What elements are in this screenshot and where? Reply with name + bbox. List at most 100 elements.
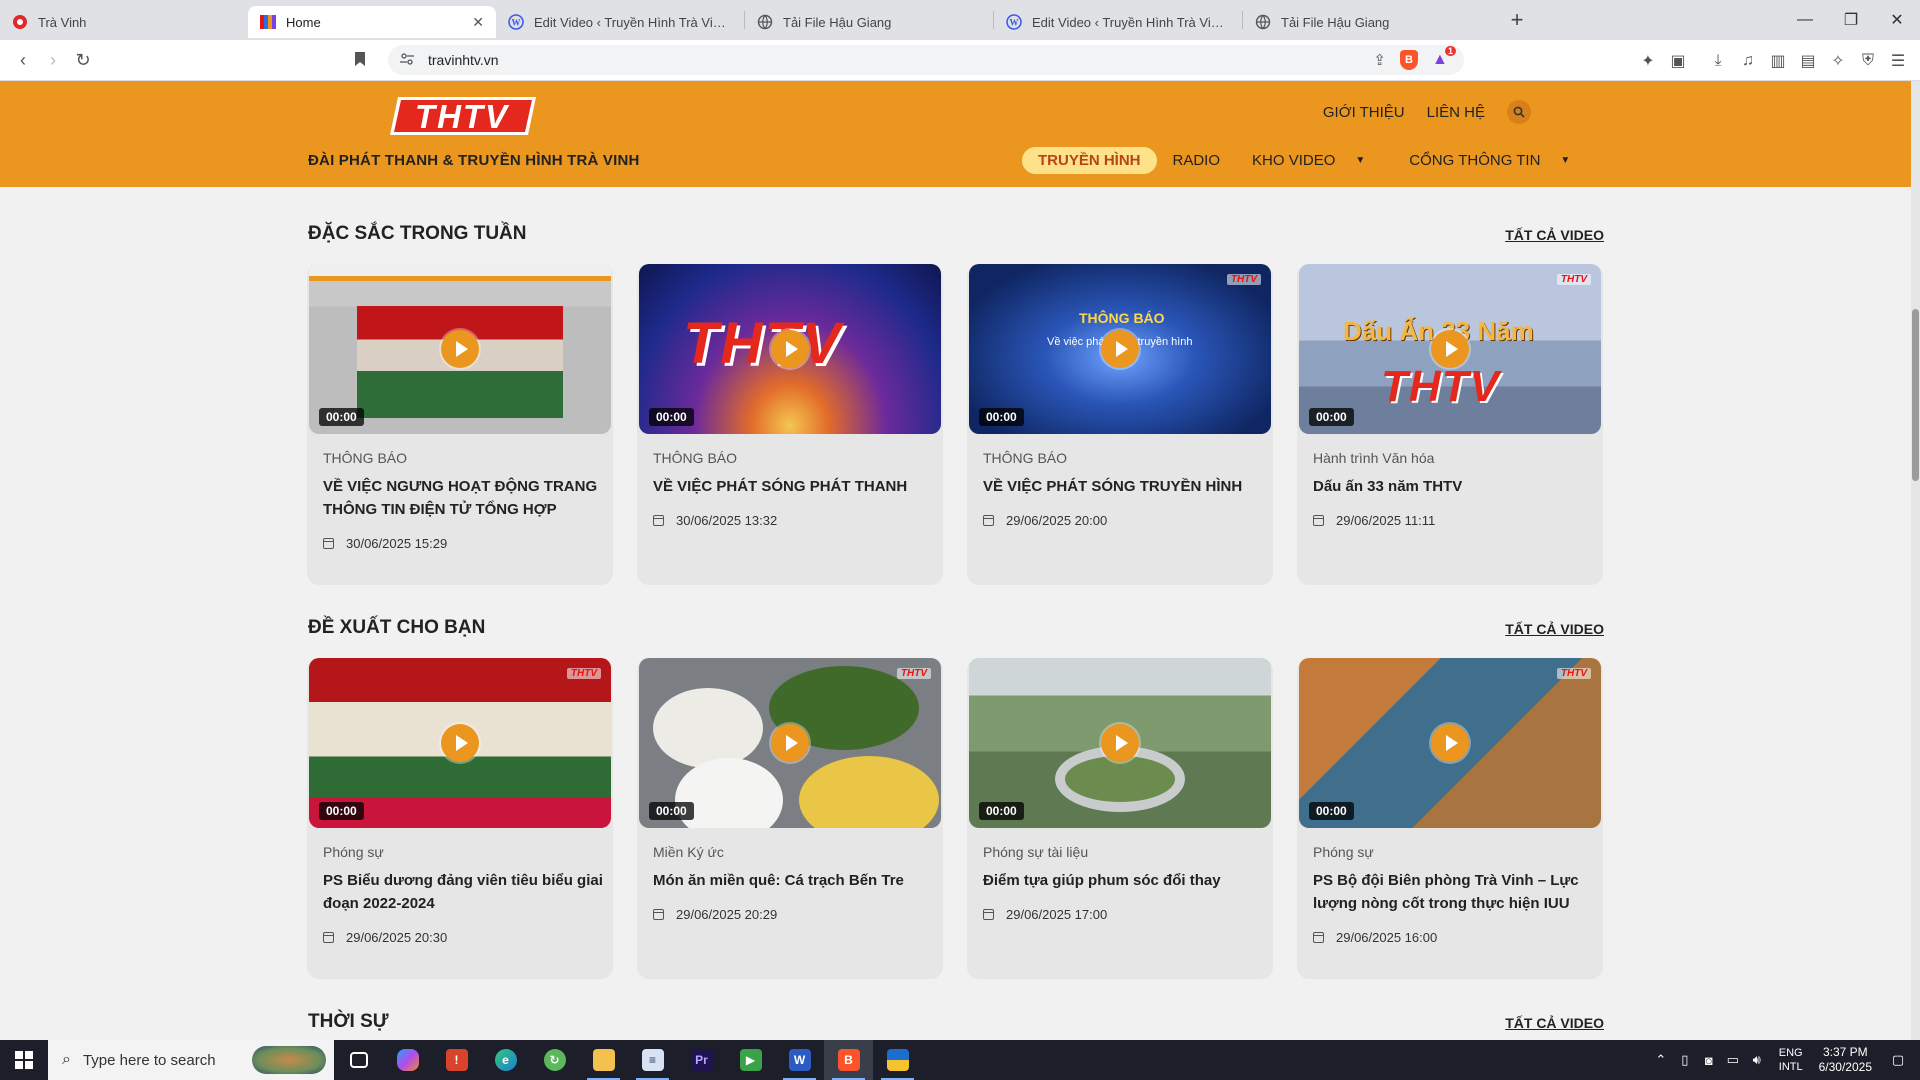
play-icon[interactable] [771,724,809,762]
address-bar[interactable]: travinhtv.vn ⇪ B ▲ 1 [388,45,1464,75]
windows-start-icon[interactable] [0,1040,48,1080]
extensions-icon[interactable]: ✦ [1640,51,1656,71]
chevron-up-icon[interactable]: ⌃ [1649,1052,1673,1068]
tab-tai-file-2[interactable]: Tải File Hậu Giang [1243,6,1491,38]
video-title[interactable]: Dấu ấn 33 năm THTV [1313,475,1593,498]
leo-ai-icon[interactable]: ✧ [1830,51,1846,71]
play-icon[interactable] [771,330,809,368]
close-tab-icon[interactable]: ✕ [472,14,484,31]
video-title[interactable]: Điểm tựa giúp phum sóc đổi thay [983,869,1263,892]
vpn-icon[interactable]: ⛨ [1860,52,1876,70]
minimize-icon[interactable]: — [1782,0,1828,40]
nav-kho-video[interactable]: KHO VIDEO ▼ [1236,147,1381,174]
share-icon[interactable]: ⇪ [1373,51,1386,69]
edge-icon[interactable]: e [481,1040,530,1080]
play-icon[interactable] [441,330,479,368]
search-icon[interactable] [1507,100,1531,124]
wallet-icon[interactable]: ▤ [1800,51,1816,71]
sticky-app-icon[interactable] [873,1040,922,1080]
task-view-icon[interactable] [334,1040,383,1080]
network-icon[interactable]: ▭ [1721,1052,1745,1068]
back-icon[interactable]: ‹ [8,50,38,71]
video-category[interactable]: THÔNG BÁO [653,450,737,466]
brave-rewards-icon[interactable]: ▲ 1 [1432,46,1456,69]
video-card[interactable]: THTV 00:00 Miền Ký ức Món ăn miền quê: C… [637,658,943,979]
play-icon[interactable] [441,724,479,762]
usb-icon[interactable]: ▯ [1673,1052,1697,1068]
page-scrollbar[interactable] [1911,81,1920,1040]
file-explorer-icon[interactable] [579,1040,628,1080]
brave-shields-icon[interactable]: B [1400,50,1418,70]
top-link-lien-he[interactable]: LIÊN HỆ [1427,104,1485,121]
media-player-icon[interactable]: ▶ [726,1040,775,1080]
video-title[interactable]: PS Bộ đội Biên phòng Trà Vinh – Lực lượn… [1313,869,1593,915]
video-title[interactable]: VỀ VIỆC PHÁT SÓNG TRUYỀN HÌNH [983,475,1263,498]
video-card[interactable]: 00:00 Phóng sự tài liệu Điểm tựa giúp ph… [967,658,1273,979]
tab-home[interactable]: Home ✕ [248,6,496,38]
new-tab-button[interactable]: + [1503,7,1531,33]
play-icon[interactable] [1431,330,1469,368]
video-title[interactable]: PS Biểu dương đảng viên tiêu biểu giai đ… [323,869,603,915]
video-category[interactable]: THÔNG BÁO [983,450,1067,466]
language-indicator[interactable]: ENG INTL [1779,1046,1803,1074]
video-category[interactable]: Phóng sự [323,844,384,860]
downloads-icon[interactable]: ⤓ [1710,52,1726,70]
taskbar-search-input[interactable]: ⌕ Type here to search [48,1040,334,1080]
video-card[interactable]: THTV 00:00 THÔNG BÁO VỀ VIỆC PHÁT SÓNG P… [637,264,943,585]
nav-radio[interactable]: RADIO [1157,147,1237,174]
video-card[interactable]: THTV 00:00 Phóng sự PS Bộ đội Biên phòng… [1297,658,1603,979]
menu-icon[interactable]: ☰ [1890,51,1906,71]
url-text[interactable]: travinhtv.vn [428,52,1373,68]
close-window-icon[interactable]: ✕ [1874,0,1920,40]
tab-edit-video-2[interactable]: W Edit Video ‹ Truyền Hình Trà Vinh — Wo… [994,6,1242,38]
taskbar-clock[interactable]: 3:37 PM 6/30/2025 [1819,1045,1872,1075]
tab-tai-file-1[interactable]: Tải File Hậu Giang [745,6,993,38]
copilot-icon[interactable] [383,1040,432,1080]
video-thumbnail[interactable]: 00:00 [969,658,1271,828]
see-all-videos-link[interactable]: TẤT CẢ VIDEO [1505,227,1604,243]
brave-icon[interactable]: B [824,1040,873,1080]
video-category[interactable]: Miền Ký ức [653,844,724,860]
video-thumbnail[interactable]: 00:00 [309,264,611,434]
top-link-gioi-thieu[interactable]: GIỚI THIỆU [1323,104,1405,121]
audio-muted-record-icon[interactable] [12,14,28,30]
red-app-icon[interactable]: ! [432,1040,481,1080]
camera-icon[interactable]: ◙ [1697,1053,1721,1068]
video-thumbnail[interactable]: THÔNG BÁO Về việc phát sóng truyền hình … [969,264,1271,434]
play-icon[interactable] [1101,724,1139,762]
video-card[interactable]: THÔNG BÁO Về việc phát sóng truyền hình … [967,264,1273,585]
green-app-icon[interactable]: ↻ [530,1040,579,1080]
video-thumbnail[interactable]: THTV 00:00 [639,264,941,434]
see-all-videos-link[interactable]: TẤT CẢ VIDEO [1505,621,1604,637]
notepad-icon[interactable]: ≡ [628,1040,677,1080]
scrollbar-thumb[interactable] [1912,309,1919,481]
reload-icon[interactable]: ↻ [68,50,98,71]
video-title[interactable]: VỀ VIỆC PHÁT SÓNG PHÁT THANH [653,475,933,498]
video-title[interactable]: VỀ VIỆC NGƯNG HOẠT ĐỘNG TRANG THÔNG TIN … [323,475,603,521]
video-card[interactable]: Dấu Ấn 33 Năm THTV THTV 00:00 Hành trình… [1297,264,1603,585]
nav-truyen-hinh[interactable]: TRUYỀN HÌNH [1022,147,1157,174]
premiere-pro-icon[interactable]: Pr [677,1040,726,1080]
video-thumbnail[interactable]: THTV 00:00 [639,658,941,828]
play-icon[interactable] [1431,724,1469,762]
video-category[interactable]: Phóng sự [1313,844,1374,860]
notifications-icon[interactable]: ▢ [1886,1052,1910,1068]
video-category[interactable]: Hành trình Văn hóa [1313,450,1434,466]
video-card[interactable]: THTV 00:00 Phóng sự PS Biểu dương đảng v… [307,658,613,979]
nav-cong-thong-tin[interactable]: CỔNG THÔNG TIN ▼ [1393,147,1586,174]
restore-icon[interactable]: ❐ [1828,0,1874,40]
tab-edit-video-1[interactable]: W Edit Video ‹ Truyền Hình Trà Vinh — Wo… [496,6,744,38]
sidebar-icon[interactable]: ▥ [1770,51,1786,71]
tab-tra-vinh[interactable]: Trà Vinh [0,6,248,38]
video-thumbnail[interactable]: THTV 00:00 [309,658,611,828]
see-all-videos-link[interactable]: TẤT CẢ VIDEO [1505,1015,1604,1031]
video-card[interactable]: 00:00 THÔNG BÁO VỀ VIỆC NGƯNG HOẠT ĐỘNG … [307,264,613,585]
volume-icon[interactable]: 🔊︎ [1745,1052,1769,1068]
video-thumbnail[interactable]: THTV 00:00 [1299,658,1601,828]
forward-icon[interactable]: › [38,50,68,71]
video-title[interactable]: Món ăn miền quê: Cá trạch Bến Tre [653,869,933,892]
bookmark-icon[interactable] [354,51,366,72]
video-category[interactable]: THÔNG BÁO [323,450,407,466]
site-info-icon[interactable] [400,52,414,68]
word-icon[interactable]: W [775,1040,824,1080]
